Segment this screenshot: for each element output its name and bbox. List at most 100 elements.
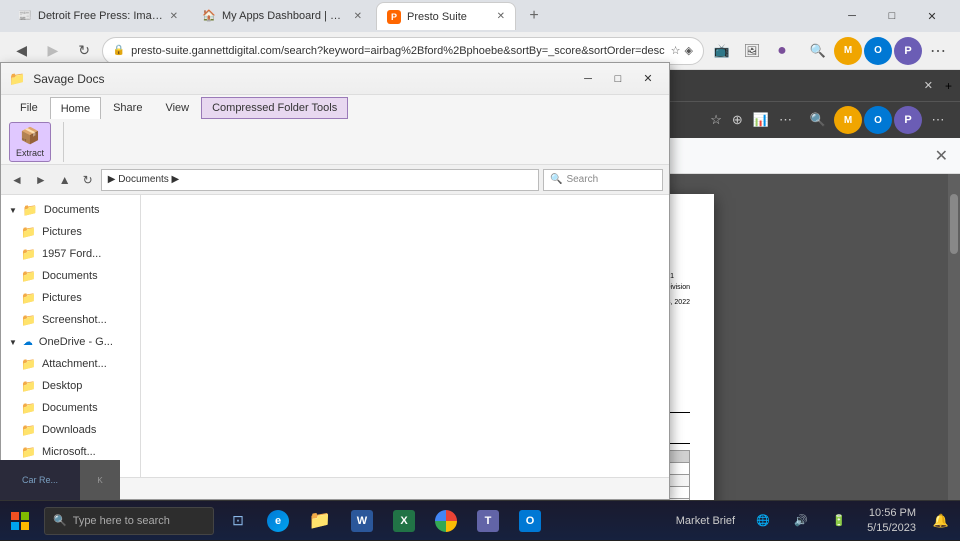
fe-address-text: ▶ Documents ▶: [108, 174, 180, 185]
browser-close[interactable]: ✕: [912, 2, 952, 30]
network-icon[interactable]: 🌐: [745, 501, 781, 541]
taskbar-outlook-icon[interactable]: O: [510, 501, 550, 541]
fe-sidebar-documents[interactable]: ▼ 📁 Documents: [1, 199, 140, 221]
settings-icon[interactable]: ●: [768, 37, 796, 65]
fe-item-label-6: Screenshot...: [42, 314, 107, 326]
fe-up-btn[interactable]: ▲: [55, 171, 75, 189]
tab2-close[interactable]: ✕: [354, 11, 362, 22]
fe-search-box[interactable]: 🔍 Search: [543, 169, 663, 191]
fe-item-label: Documents: [44, 204, 100, 216]
fe-back-btn[interactable]: ◄: [7, 171, 27, 189]
fe-refresh-btn[interactable]: ↻: [79, 171, 97, 189]
taskbar-search[interactable]: 🔍 Type here to search: [44, 507, 214, 535]
fe-sidebar-1957ford[interactable]: 📁 1957 Ford...: [1, 243, 140, 265]
taskbar-date-text: 5/15/2023: [867, 521, 916, 535]
start-button[interactable]: [0, 501, 40, 541]
fe-tab-file[interactable]: File: [9, 97, 49, 119]
fe-tab-home[interactable]: Home: [50, 97, 101, 119]
permission-close-icon[interactable]: ✕: [935, 146, 948, 166]
pdf-scrollbar[interactable]: [948, 174, 960, 500]
fe-tab-compressed[interactable]: Compressed Folder Tools: [201, 97, 348, 119]
win-logo-red: [11, 512, 19, 520]
volume-icon[interactable]: 🔊: [783, 501, 819, 541]
taskbar-fileexplorer-icon[interactable]: 📁: [300, 501, 340, 541]
forward-button[interactable]: ▶: [39, 37, 66, 65]
fe-titlebar: 📁 Savage Docs ─ □ ✕: [1, 63, 669, 95]
tab3-close[interactable]: ✕: [497, 11, 505, 22]
pdf-menu-btn[interactable]: ⋯: [924, 106, 952, 134]
pdf-nav-icon-3[interactable]: 📊: [749, 108, 773, 132]
fe-cloud-icon: ☁: [23, 337, 33, 348]
tab1-close[interactable]: ✕: [170, 11, 178, 22]
pdf-tab-add[interactable]: +: [945, 79, 952, 93]
fe-sidebar-attachments[interactable]: 📁 Attachment...: [1, 353, 140, 375]
browser-tab-3[interactable]: P Presto Suite ✕: [376, 2, 516, 30]
fe-sidebar-screenshots[interactable]: 📁 Screenshot...: [1, 309, 140, 331]
pdf-nav-icon-4[interactable]: ⋯: [775, 108, 796, 132]
pdf-ext-3[interactable]: O: [864, 106, 892, 134]
pdf-nav-right: ☆ ⊕ 📊 ⋯: [706, 108, 796, 132]
profile-avatar[interactable]: P: [894, 37, 922, 65]
taskbar-chrome-icon[interactable]: [426, 501, 466, 541]
fe-sidebar: ▼ 📁 Documents ▶ 📁 Pictures 📁 1957 Ford..…: [1, 195, 141, 477]
fe-sidebar-pictures1[interactable]: ▶ 📁 Pictures: [1, 221, 140, 243]
ext-icon-3[interactable]: O: [864, 37, 892, 65]
battery-icon[interactable]: 🔋: [821, 501, 857, 541]
collections-icon[interactable]: 🖼: [738, 37, 766, 65]
fe-sidebar-documents3[interactable]: 📁 Documents: [1, 397, 140, 419]
cast-icon[interactable]: 📺: [708, 37, 736, 65]
taskbar-word-icon[interactable]: W: [342, 501, 382, 541]
fe-tab-view[interactable]: View: [154, 97, 200, 119]
fe-minimize-btn[interactable]: ─: [575, 66, 601, 92]
fe-sidebar-pictures2[interactable]: 📁 Pictures: [1, 287, 140, 309]
fe-sidebar-documents2[interactable]: 📁 Documents: [1, 265, 140, 287]
task-view-btn[interactable]: ⊡: [220, 501, 256, 541]
fe-extract-btn[interactable]: 📦 Extract: [9, 122, 51, 162]
fe-folder-icon-10: 📁: [21, 423, 36, 437]
ext-icon-1[interactable]: 🔍: [804, 37, 832, 65]
extension-icon[interactable]: ◈: [685, 44, 693, 57]
taskbar: 🔍 Type here to search ⊡ e 📁 W X T: [0, 500, 960, 540]
browser-minimize[interactable]: ─: [832, 2, 872, 30]
market-brief-widget[interactable]: Market Brief: [668, 515, 743, 527]
taskbar-excel-icon[interactable]: X: [384, 501, 424, 541]
car-recall-thumb[interactable]: Car Re...: [0, 460, 80, 500]
browser-tab-2[interactable]: 🏠 My Apps Dashboard | Gannett C... ✕: [192, 2, 372, 30]
bookmark-star-icon[interactable]: ☆: [671, 44, 681, 57]
new-tab-button[interactable]: +: [520, 2, 548, 30]
file-explorer-icon: 📁: [309, 510, 331, 531]
reload-button[interactable]: ↻: [70, 37, 97, 65]
nav-right-icons: 📺 🖼 ●: [708, 37, 796, 65]
ext-icon-2[interactable]: M: [834, 37, 862, 65]
pdf-scroll-thumb[interactable]: [950, 194, 958, 254]
address-bar[interactable]: 🔒 presto-suite.gannettdigital.com/search…: [102, 37, 704, 65]
fe-item-label-2: Pictures: [42, 226, 82, 238]
fe-maximize-btn[interactable]: □: [605, 66, 631, 92]
pdf-nav-icon-1[interactable]: ☆: [706, 108, 726, 132]
pdf-profile-avatar[interactable]: P: [894, 106, 922, 134]
taskbar-edge-icon[interactable]: e: [258, 501, 298, 541]
back-button[interactable]: ◀: [8, 37, 35, 65]
fe-address-bar[interactable]: ▶ Documents ▶: [101, 169, 539, 191]
taskbar-teams-icon[interactable]: T: [468, 501, 508, 541]
browser-menu-icon[interactable]: ⋯: [924, 37, 952, 65]
browser-maximize[interactable]: □: [872, 2, 912, 30]
taskbar-search-icon: 🔍: [53, 514, 67, 527]
fe-forward-btn[interactable]: ►: [31, 171, 51, 189]
notification-center-btn[interactable]: 🔔: [926, 501, 956, 541]
fe-tab-share[interactable]: Share: [102, 97, 153, 119]
fe-sidebar-desktop[interactable]: 📁 Desktop: [1, 375, 140, 397]
security-lock-icon: 🔒: [113, 45, 125, 56]
pdf-tab-close-icon[interactable]: ✕: [924, 79, 933, 92]
win-logo-blue: [11, 522, 19, 530]
fe-sidebar-onedrive[interactable]: ▼ ☁ OneDrive - G...: [1, 331, 140, 353]
pdf-nav-icon-2[interactable]: ⊕: [728, 108, 747, 132]
fe-close-btn[interactable]: ✕: [635, 66, 661, 92]
fe-sidebar-downloads[interactable]: 📁 Downloads: [1, 419, 140, 441]
browser-tab-1[interactable]: 📰 Detroit Free Press: Images ✕: [8, 2, 188, 30]
taskbar-clock[interactable]: 10:56 PM 5/15/2023: [859, 506, 924, 535]
pdf-ext-2[interactable]: M: [834, 106, 862, 134]
fe-main-area: [141, 195, 669, 477]
pdf-ext-1[interactable]: 🔍: [804, 106, 832, 134]
fe-item-label-3: 1957 Ford...: [42, 248, 101, 260]
